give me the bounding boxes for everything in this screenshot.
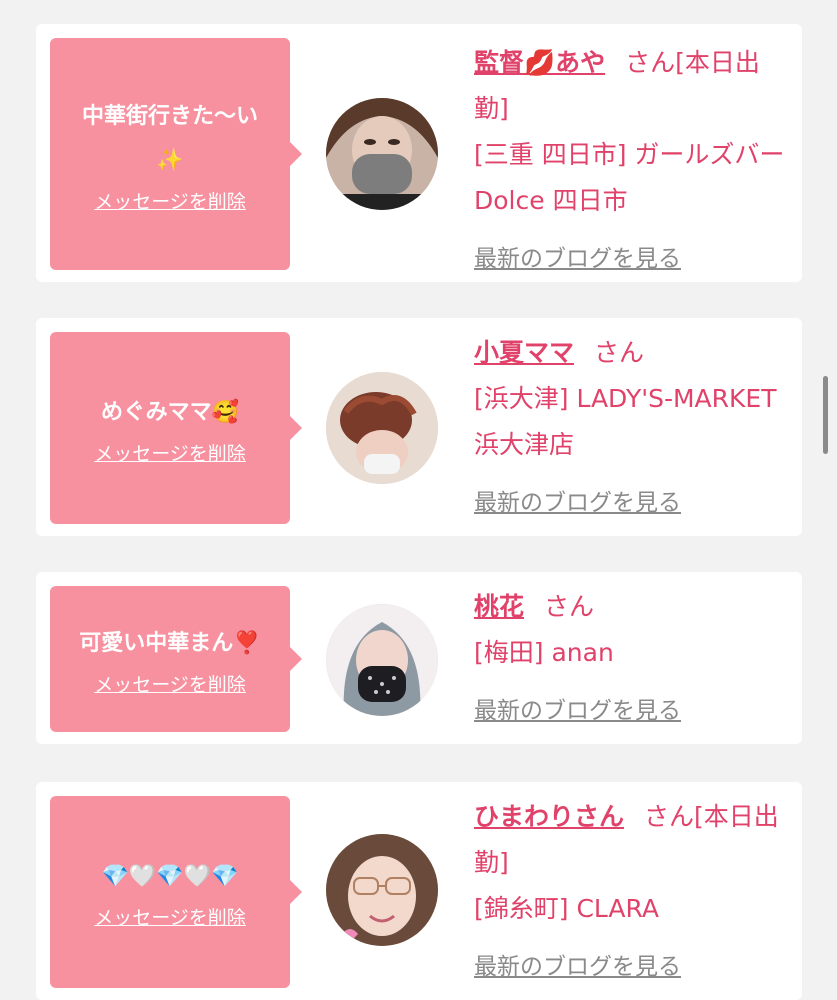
profile-name-link[interactable]: 監督💋あや [474, 48, 605, 77]
message-card: めぐみママ🥰 メッセージを削除 小夏ママ さん [浜大津] LADY'S-MARK… [36, 318, 802, 536]
avatar[interactable] [326, 98, 438, 210]
shop-name: [梅田] anan [474, 638, 614, 667]
profile-info: 小夏ママ さん [浜大津] LADY'S-MARKET 浜大津店 最新のブログを見… [474, 330, 786, 526]
profile-info: 桃花 さん [梅田] anan 最新のブログを見る [474, 584, 786, 734]
shop-name: [三重 四日市] ガールズバー Dolce 四日市 [474, 140, 785, 215]
message-text: 💎🤍💎🤍💎 [101, 863, 239, 889]
message-bubble: 💎🤍💎🤍💎 メッセージを削除 [50, 796, 302, 988]
message-card: 中華街行きた〜い ✨ メッセージを削除 監督💋あや さん[本日出勤] [三重 四日… [36, 24, 802, 282]
profile-info: ひまわりさん さん[本日出勤] [錦糸町] CLARA 最新のブログを見る [474, 794, 786, 990]
message-card: 💎🤍💎🤍💎 メッセージを削除 ひまわりさん さん[本日出勤] [錦糸町] CLAR… [36, 782, 802, 1000]
honorific: さん [594, 338, 645, 367]
scrollbar[interactable] [823, 376, 828, 454]
message-bubble: 可愛い中華まん❣️ メッセージを削除 [50, 586, 302, 732]
profile-info: 監督💋あや さん[本日出勤] [三重 四日市] ガールズバー Dolce 四日市 … [474, 40, 786, 282]
avatar[interactable] [326, 834, 438, 946]
shop-name: [浜大津] LADY'S-MARKET 浜大津店 [474, 384, 777, 459]
message-text: 中華街行きた〜い ✨ [81, 103, 258, 173]
sparkles-icon: ✨ [156, 147, 184, 173]
profile-name-link[interactable]: ひまわりさん [474, 802, 624, 831]
profile-name-link[interactable]: 桃花 [474, 592, 524, 621]
latest-blog-link[interactable]: 最新のブログを見る [474, 944, 681, 990]
message-bubble: めぐみママ🥰 メッセージを削除 [50, 332, 302, 524]
message-text: めぐみママ🥰 [100, 399, 240, 425]
message-text: 可愛い中華まん❣️ [79, 630, 261, 656]
profile-name-link[interactable]: 小夏ママ [474, 338, 574, 367]
message-bubble: 中華街行きた〜い ✨ メッセージを削除 [50, 38, 302, 270]
shop-name: [錦糸町] CLARA [474, 894, 659, 923]
delete-message-link[interactable]: メッセージを削除 [94, 439, 246, 466]
delete-message-link[interactable]: メッセージを削除 [94, 670, 246, 697]
latest-blog-link[interactable]: 最新のブログを見る [474, 688, 681, 734]
latest-blog-link[interactable]: 最新のブログを見る [474, 236, 681, 282]
message-card: 可愛い中華まん❣️ メッセージを削除 桃花 さん [梅田] anan 最新のブログ… [36, 572, 802, 744]
delete-message-link[interactable]: メッセージを削除 [94, 187, 246, 214]
honorific: さん [544, 592, 595, 621]
avatar[interactable] [326, 604, 438, 716]
latest-blog-link[interactable]: 最新のブログを見る [474, 480, 681, 526]
delete-message-link[interactable]: メッセージを削除 [94, 903, 246, 930]
avatar[interactable] [326, 372, 438, 484]
